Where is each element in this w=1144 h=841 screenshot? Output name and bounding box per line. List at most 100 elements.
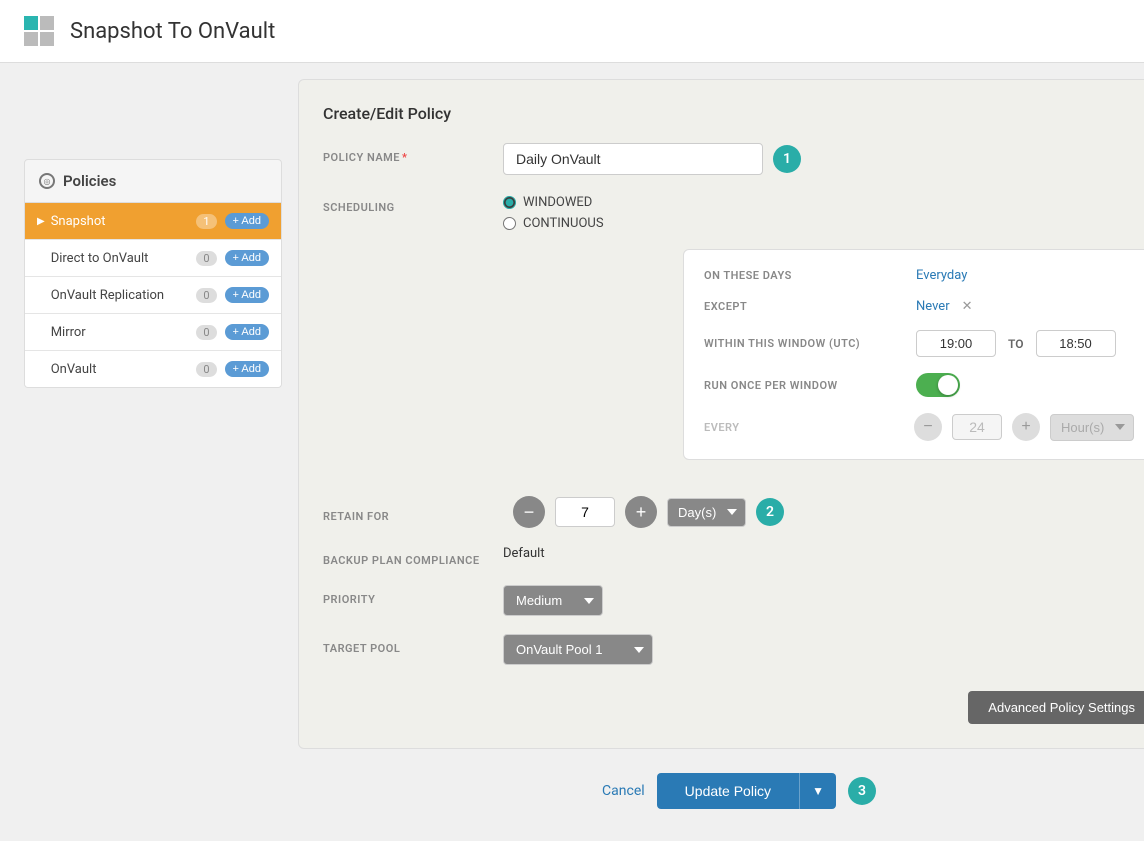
continuous-radio[interactable] [503,217,516,230]
step-1-badge: 1 [773,145,801,173]
windowed-label: WINDOWED [523,195,592,210]
backup-plan-control: Default [503,546,1144,561]
policy-name-row: POLICY NAME* 1 [323,143,1144,175]
every-increment-button[interactable]: + [1012,413,1040,441]
retain-for-row: RETAIN FOR − + Day(s) 2 [323,496,1144,528]
on-these-days-label: ON THESE DAYS [704,269,904,282]
run-once-label: RUN ONCE PER WINDOW [704,379,904,392]
sidebar-item-label: Mirror [51,325,197,340]
app-header: Snapshot To OnVault [0,0,1144,63]
sidebar-item-label: Snapshot [51,214,197,229]
every-label: EVERY [704,421,904,434]
sidebar-item-count: 0 [196,288,216,303]
sidebar: ◎ Policies ▶ Snapshot 1 + Add ▶ Direct t… [24,159,282,388]
sidebar-item-onvault-replication[interactable]: ▶ OnVault Replication 0 + Add [25,277,281,314]
logo-cell-3 [24,32,38,46]
logo-cell-4 [40,32,54,46]
continuous-radio-label[interactable]: CONTINUOUS [503,216,604,231]
add-onvault-button[interactable]: + Add [225,361,269,377]
form-card: Create/Edit Policy POLICY NAME* 1 SCHEDU… [298,79,1144,749]
arrow-icon: ▶ [37,216,45,227]
except-label: EXCEPT [704,300,904,313]
sidebar-item-direct-onvault[interactable]: ▶ Direct to OnVault 0 + Add [25,240,281,277]
target-pool-select[interactable]: OnVault Pool 1 [503,634,653,665]
policy-name-control: 1 [503,143,1144,175]
every-decrement-button[interactable]: − [914,413,942,441]
priority-control: Medium [503,585,1144,616]
priority-select[interactable]: Medium [503,585,603,616]
form-title: Create/Edit Policy [323,104,1144,123]
step-2-badge: 2 [756,498,784,526]
update-policy-dropdown-button[interactable]: ▼ [799,773,836,809]
every-value-input[interactable] [952,414,1002,440]
backup-plan-label: BACKUP PLAN COMPLIANCE [323,546,503,567]
target-pool-control: OnVault Pool 1 [503,634,1144,665]
target-pool-label: TARGET POOL [323,634,503,655]
update-policy-button[interactable]: Update Policy [657,773,799,809]
window-start-input[interactable] [916,330,996,357]
window-to-label: TO [1008,337,1024,351]
sidebar-item-snapshot[interactable]: ▶ Snapshot 1 + Add [25,203,281,240]
retain-unit-select[interactable]: Day(s) [667,498,746,527]
within-window-row: WITHIN THIS WINDOW (UTC) TO [704,330,1134,357]
add-direct-onvault-button[interactable]: + Add [225,250,269,266]
sidebar-item-onvault[interactable]: ▶ OnVault 0 + Add [25,351,281,387]
required-asterisk: * [402,151,407,164]
sidebar-item-count: 0 [196,325,216,340]
bottom-bar: Cancel Update Policy ▼ 3 [298,757,1144,825]
except-row: EXCEPT Never ✕ [704,299,1134,314]
app-logo [24,16,54,46]
logo-cell-1 [24,16,38,30]
add-snapshot-button[interactable]: + Add [225,213,269,229]
policy-name-label: POLICY NAME* [323,143,503,164]
retain-decrement-button[interactable]: − [513,496,545,528]
within-window-label: WITHIN THIS WINDOW (UTC) [704,337,904,350]
except-value[interactable]: Never [916,299,950,314]
advanced-policy-settings-button[interactable]: Advanced Policy Settings [968,691,1144,724]
sidebar-item-count: 0 [196,251,216,266]
sidebar-item-count: 1 [196,214,216,229]
scheduling-row: SCHEDULING WINDOWED CONTINUOUS [323,193,1144,231]
sidebar-item-label: Direct to OnVault [51,251,197,266]
windowed-radio-label[interactable]: WINDOWED [503,195,604,210]
run-once-row: RUN ONCE PER WINDOW [704,373,1134,397]
run-once-toggle[interactable] [916,373,960,397]
policies-icon: ◎ [39,173,55,189]
step-3-badge: 3 [848,777,876,805]
add-onvault-replication-button[interactable]: + Add [225,287,269,303]
sidebar-item-mirror[interactable]: ▶ Mirror 0 + Add [25,314,281,351]
target-pool-row: TARGET POOL OnVault Pool 1 [323,634,1144,665]
priority-label: PRIORITY [323,585,503,606]
scheduling-control: WINDOWED CONTINUOUS [503,193,1144,231]
scheduling-radio-group: WINDOWED CONTINUOUS [503,193,604,231]
priority-row: PRIORITY Medium [323,585,1144,616]
backup-plan-value: Default [503,546,545,561]
sidebar-item-label: OnVault Replication [51,288,197,303]
every-unit-select[interactable]: Hour(s) [1050,414,1134,441]
policy-name-input[interactable] [503,143,763,175]
retain-increment-button[interactable]: + [625,496,657,528]
logo-cell-2 [40,16,54,30]
window-end-input[interactable] [1036,330,1116,357]
retain-for-label: RETAIN FOR [323,502,503,523]
except-clear-icon[interactable]: ✕ [962,299,973,314]
sidebar-title: Policies [63,172,116,190]
scheduling-box: ON THESE DAYS Everyday EXCEPT Never ✕ WI… [683,249,1144,460]
retain-value-input[interactable] [555,497,615,527]
on-these-days-row: ON THESE DAYS Everyday [704,268,1134,283]
retain-control: − + Day(s) 2 [513,496,1144,528]
windowed-radio[interactable] [503,196,516,209]
cancel-link[interactable]: Cancel [602,783,645,799]
page-title: Snapshot To OnVault [70,19,275,44]
on-these-days-value[interactable]: Everyday [916,268,967,283]
center-panel: Create/Edit Policy POLICY NAME* 1 SCHEDU… [298,79,1144,825]
scheduling-label: SCHEDULING [323,193,503,214]
sidebar-header: ◎ Policies [24,159,282,203]
add-mirror-button[interactable]: + Add [225,324,269,340]
sidebar-item-count: 0 [196,362,216,377]
update-btn-group: Update Policy ▼ [657,773,836,809]
sidebar-items-list: ▶ Snapshot 1 + Add ▶ Direct to OnVault 0… [24,203,282,388]
sidebar-item-label: OnVault [51,362,197,377]
backup-plan-row: BACKUP PLAN COMPLIANCE Default [323,546,1144,567]
every-row: EVERY − + Hour(s) [704,413,1134,441]
